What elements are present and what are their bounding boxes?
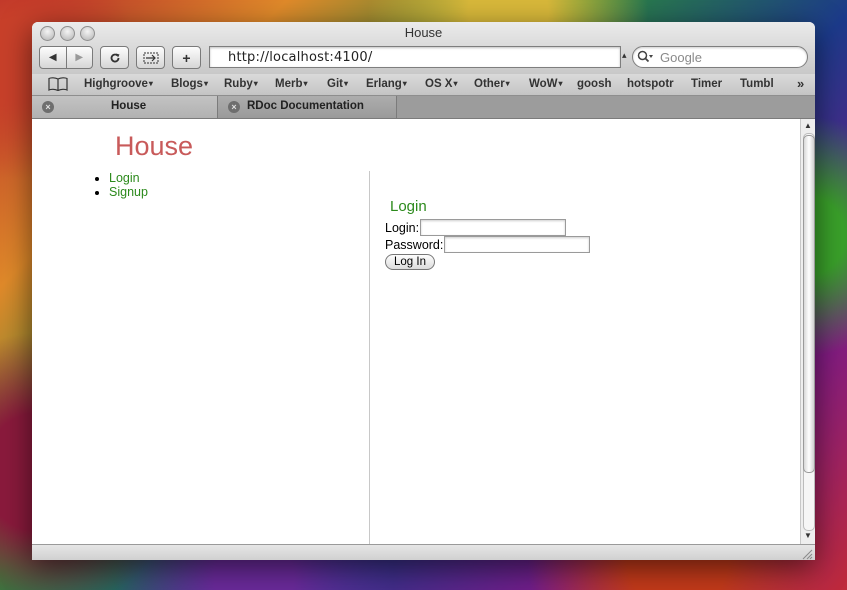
chevron-down-icon: ▾ [303,79,308,88]
log-in-button[interactable]: Log In [385,254,435,270]
close-tab-icon[interactable]: × [228,101,240,113]
login-field[interactable] [420,219,567,236]
status-bar [32,544,815,560]
bookmark-wow[interactable]: WoW▾ [529,78,563,90]
search-field[interactable]: Google [632,46,808,68]
bookmarks-overflow-icon[interactable]: » [797,76,804,91]
search-icon [637,50,653,63]
bookmark-merb[interactable]: Merb▾ [275,78,308,90]
nav-item: Login [109,171,148,185]
bookmarks-book-icon[interactable] [48,77,68,91]
forward-button[interactable]: ▶ [65,47,93,68]
bookmark-hotspotr[interactable]: hotspotr [627,78,674,90]
chevron-down-icon: ▾ [453,79,458,88]
search-placeholder: Google [660,50,702,65]
add-bookmark-button[interactable]: + [172,46,201,69]
password-field[interactable] [444,236,591,253]
chevron-down-icon: ▾ [148,79,153,88]
login-row: Login: [385,219,567,236]
site-nav: Login Signup [91,171,148,199]
url-history-caret-icon[interactable]: ▴ [622,50,627,61]
scroll-thumb[interactable] [803,135,815,473]
close-tab-icon[interactable]: × [42,101,54,113]
nav-item: Signup [109,185,148,199]
bookmark-git[interactable]: Git▾ [327,78,348,90]
tab-label: RDoc Documentation [247,100,364,112]
bookmark-label: Erlang [366,78,402,90]
resize-grip-icon[interactable] [801,548,813,560]
snapback-icon [143,52,158,63]
bookmark-blogs[interactable]: Blogs▾ [171,78,208,90]
tab-house[interactable]: × House [32,96,218,118]
column-divider [369,171,370,545]
vertical-scrollbar[interactable]: ▲ ▼ [800,119,815,545]
address-bar[interactable]: http://localhost:4100/ [209,46,621,68]
bookmark-label: Other [474,78,505,90]
tab-bar: × House × RDoc Documentation [32,96,815,119]
login-link[interactable]: Login [109,171,140,185]
url-text: http://localhost:4100/ [228,50,373,65]
title-bar: House ◀ ▶ + http://localhost:4100/ ▴ Goo… [32,22,815,75]
bookmark-label: Highgroove [84,78,148,90]
chevron-down-icon: ▾ [343,79,348,88]
bookmark-label: Ruby [224,78,253,90]
forward-arrow-icon: ▶ [75,52,84,63]
browser-window: House ◀ ▶ + http://localhost:4100/ ▴ Goo… [32,22,815,560]
page-content: House Login Signup Login Login: Password… [32,119,800,545]
plus-icon: + [182,49,191,66]
login-heading: Login [390,198,427,215]
bookmark-label: OS X [425,78,453,90]
bookmark-osx[interactable]: OS X▾ [425,78,458,90]
window-title: House [404,25,443,40]
password-row: Password: [385,236,591,253]
bookmark-tumbl[interactable]: Tumbl [740,78,774,90]
reload-button[interactable] [100,46,129,69]
reload-icon [110,53,119,62]
bookmark-erlang[interactable]: Erlang▾ [366,78,407,90]
chevron-down-icon: ▾ [505,79,510,88]
bookmark-label: Blogs [171,78,203,90]
bookmarks-bar: Highgroove▾ Blogs▾ Ruby▾ Merb▾ Git▾ Erla… [32,74,815,96]
scroll-up-arrow-icon[interactable]: ▲ [804,121,812,130]
chevron-down-icon: ▾ [402,79,407,88]
tab-label: House [111,100,147,112]
bookmark-other[interactable]: Other▾ [474,78,510,90]
back-forward-group: ◀ ▶ [39,46,93,69]
password-label: Password: [385,237,444,252]
chevron-down-icon: ▾ [253,79,258,88]
bookmark-label: WoW [529,78,558,90]
back-button[interactable]: ◀ [40,47,66,68]
bookmark-highgroove[interactable]: Highgroove▾ [84,78,153,90]
page-title: House [115,131,194,161]
bookmark-ruby[interactable]: Ruby▾ [224,78,258,90]
scroll-down-arrow-icon[interactable]: ▼ [804,531,812,540]
login-label: Login: [385,220,420,235]
chevron-down-icon: ▾ [558,79,563,88]
back-arrow-icon: ◀ [48,52,57,63]
bookmark-label: Git [327,78,343,90]
bookmark-timer[interactable]: Timer [691,78,722,90]
bookmark-label: Merb [275,78,303,90]
chevron-down-icon: ▾ [203,79,208,88]
signup-link[interactable]: Signup [109,185,148,199]
snapback-button[interactable] [136,46,165,69]
bookmark-goosh[interactable]: goosh [577,78,612,90]
tab-rdoc-documentation[interactable]: × RDoc Documentation [218,96,397,118]
